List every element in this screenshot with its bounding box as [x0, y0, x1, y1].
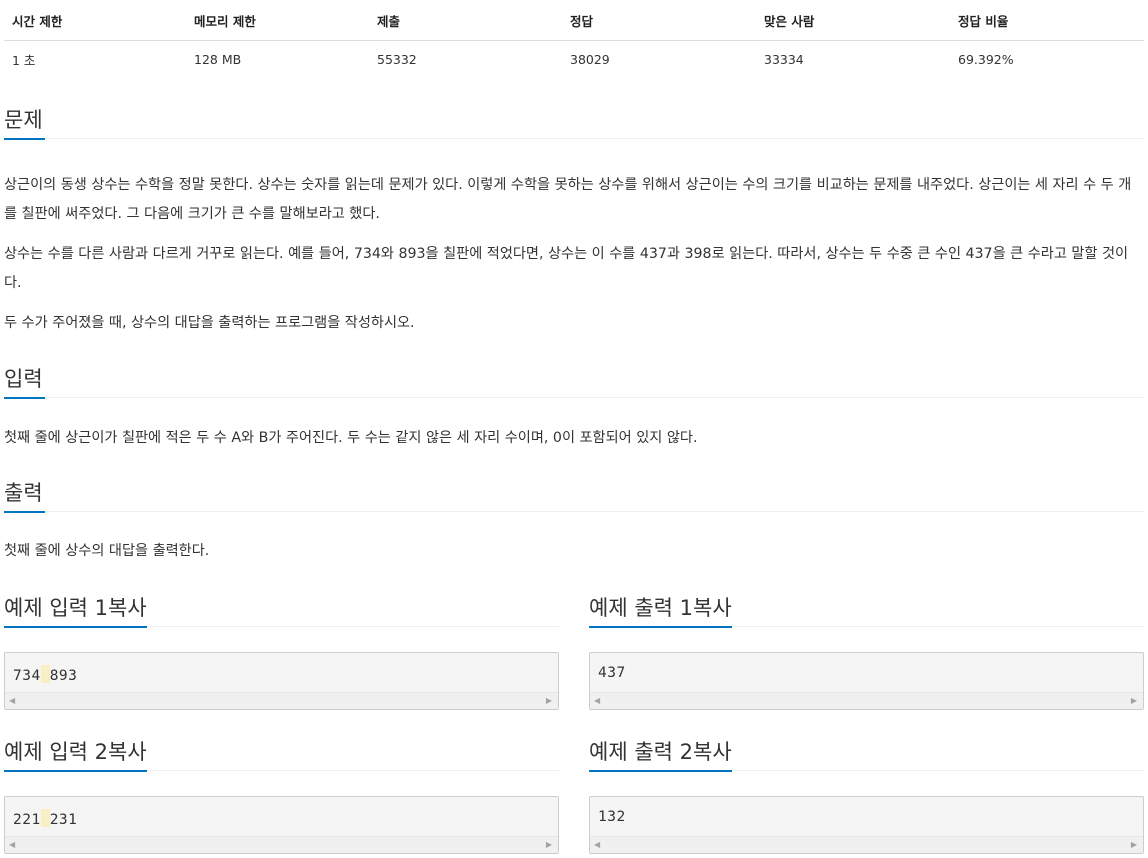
problem-paragraph-1: 상근이의 동생 상수는 수학을 정말 못한다. 상수는 숫자를 읽는데 문제가 …: [4, 177, 1132, 222]
sample-output-2-scrollbar[interactable]: ◀ ▶: [590, 836, 1143, 853]
stats-header-accept-ratio: 정답 비율: [958, 13, 1009, 29]
stats-value-time-limit: 1 초: [12, 52, 36, 68]
stats-value-submissions: 55332: [377, 51, 417, 67]
sample-input-1-code: 734 893: [13, 665, 77, 684]
scroll-left-icon[interactable]: ◀: [594, 840, 600, 850]
problem-stats-table: 시간 제한 메모리 제한 제출 정답 맞은 사람 정답 비율 1 초 128 M…: [4, 0, 1144, 77]
stats-header-solved-users: 맞은 사람: [764, 13, 815, 29]
input-description: 첫째 줄에 상근이가 칠판에 적은 두 수 A와 B가 주어진다. 두 수는 같…: [4, 430, 698, 446]
scroll-left-icon[interactable]: ◀: [9, 840, 15, 850]
copy-sample-input-2-button[interactable]: 복사: [108, 740, 147, 764]
sample-input-1-title: 예제 입력 1복사: [4, 594, 147, 628]
input-section-header: 입력: [4, 359, 1144, 399]
copy-sample-output-2-button[interactable]: 복사: [693, 740, 732, 764]
sample-input-1-box: 734 893 ◀ ▶: [4, 652, 559, 710]
sample-input-2-scrollbar[interactable]: ◀ ▶: [5, 836, 558, 853]
sample-output-1-scrollbar[interactable]: ◀ ▶: [590, 692, 1143, 709]
sample-output-1-code: 437: [598, 665, 626, 681]
copy-sample-input-1-button[interactable]: 복사: [108, 596, 147, 620]
sample-input-2-code: 221 231: [13, 809, 77, 828]
problem-paragraph-2: 상수는 수를 다른 사람과 다르게 거꾸로 읽는다. 예를 들어, 734와 8…: [4, 246, 1129, 291]
copy-sample-output-1-button[interactable]: 복사: [693, 596, 732, 620]
stats-header-time-limit: 시간 제한: [12, 13, 63, 29]
sample-output-2-code: 132: [598, 809, 626, 825]
sample-output-2-title: 예제 출력 2복사: [589, 738, 732, 772]
problem-section-title: 문제: [4, 106, 45, 140]
stats-value-accepted: 38029: [570, 51, 610, 67]
stats-header-submissions: 제출: [377, 13, 401, 29]
scroll-right-icon[interactable]: ▶: [1131, 696, 1137, 706]
problem-paragraph-3: 두 수가 주어졌을 때, 상수의 대답을 출력하는 프로그램을 작성하시오.: [4, 315, 415, 331]
input-section-title: 입력: [4, 365, 45, 399]
output-section-title: 출력: [4, 479, 45, 513]
output-description: 첫째 줄에 상수의 대답을 출력한다.: [4, 543, 210, 559]
stats-value-accept-ratio: 69.392%: [958, 51, 1014, 67]
stats-value-row: 1 초 128 MB 55332 38029 33334 69.392%: [4, 41, 1144, 77]
sample-input-2-box: 221 231 ◀ ▶: [4, 796, 559, 854]
problem-section-header: 문제: [4, 100, 1144, 140]
stats-header-row: 시간 제한 메모리 제한 제출 정답 맞은 사람 정답 비율: [4, 0, 1144, 41]
sample-input-1-scrollbar[interactable]: ◀ ▶: [5, 692, 558, 709]
sample-output-1-box: 437 ◀ ▶: [589, 652, 1144, 710]
sample-output-2-header: 예제 출력 2복사: [589, 732, 1144, 772]
sample-output-2-box: 132 ◀ ▶: [589, 796, 1144, 854]
output-section-header: 출력: [4, 473, 1144, 513]
sample-input-1-header: 예제 입력 1복사: [4, 588, 559, 628]
scroll-right-icon[interactable]: ▶: [1131, 840, 1137, 850]
scroll-left-icon[interactable]: ◀: [9, 696, 15, 706]
sample-input-2-title: 예제 입력 2복사: [4, 738, 147, 772]
stats-header-memory-limit: 메모리 제한: [194, 13, 256, 29]
sample-output-1-header: 예제 출력 1복사: [589, 588, 1144, 628]
stats-value-memory-limit: 128 MB: [194, 51, 242, 67]
scroll-right-icon[interactable]: ▶: [546, 840, 552, 850]
stats-header-accepted: 정답: [570, 13, 594, 29]
sample-input-2-header: 예제 입력 2복사: [4, 732, 559, 772]
stats-value-solved-users: 33334: [764, 51, 804, 67]
scroll-right-icon[interactable]: ▶: [546, 696, 552, 706]
sample-output-1-title: 예제 출력 1복사: [589, 594, 732, 628]
scroll-left-icon[interactable]: ◀: [594, 696, 600, 706]
